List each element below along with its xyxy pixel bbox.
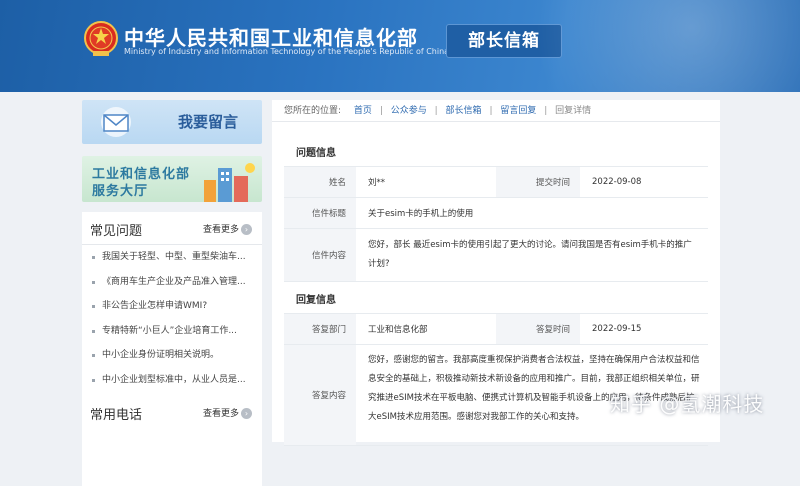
question-table: 姓名 刘** 提交时间 2022-09-08 信件标题 关于esim卡的手机上的… xyxy=(284,166,708,282)
mailbox-title: 部长信箱 xyxy=(446,24,562,58)
subject-value: 关于esim卡的手机上的使用 xyxy=(368,209,474,219)
breadcrumb: 您所在的位置: 首页 | 公众参与 | 部长信箱 | 留言回复 | 回复详情 xyxy=(284,103,591,116)
phone-header: 常用电话 查看更多 › xyxy=(82,396,262,428)
breadcrumb-separator: | xyxy=(489,106,493,116)
content-value: 您好，部长 最近esim卡的使用引起了更大的讨论。请问我国是否有esim手机卡的… xyxy=(368,240,692,269)
reply-date-label: 答复时间 xyxy=(496,314,580,344)
phone-more-label: 查看更多 xyxy=(202,409,239,419)
faq-item[interactable]: 我国关于轻型、中型、重型柴油车... xyxy=(82,245,250,270)
faq-more-label: 查看更多 xyxy=(202,225,239,235)
national-emblem-icon xyxy=(84,21,118,56)
breadcrumb-separator: | xyxy=(434,106,438,116)
dept-value: 工业和信息化部 xyxy=(368,325,428,335)
chevron-right-icon: › xyxy=(241,408,252,419)
reply-section-title: 回复信息 xyxy=(296,295,336,306)
question-section-title: 问题信息 xyxy=(296,148,336,159)
breadcrumb-separator: | xyxy=(379,106,383,116)
dept-label: 答复部门 xyxy=(284,314,356,344)
phone-title: 常用电话 xyxy=(90,408,143,423)
name-label: 姓名 xyxy=(284,167,356,197)
faq-item[interactable]: 非公告企业怎样申请WMI? xyxy=(82,294,250,319)
content-label: 信件内容 xyxy=(284,229,356,281)
breadcrumb-current: 回复详情 xyxy=(555,106,592,116)
write-message-button[interactable]: 我要留言 xyxy=(82,100,262,144)
envelope-icon xyxy=(101,107,131,137)
breadcrumb-mailbox[interactable]: 部长信箱 xyxy=(446,106,482,116)
faq-list: 我国关于轻型、中型、重型柴油车... 《商用车生产企业及产品准入管理... 非公… xyxy=(82,245,262,392)
breadcrumb-replies[interactable]: 留言回复 xyxy=(500,106,536,116)
faq-item[interactable]: 《商用车生产企业及产品准入管理... xyxy=(82,270,250,295)
table-row: 姓名 刘** 提交时间 2022-09-08 xyxy=(284,167,708,198)
faq-header: 常见问题 查看更多 › xyxy=(82,212,262,245)
service-hall-button[interactable]: 工业和信息化部 服务大厅 xyxy=(82,156,262,202)
submit-date-value: 2022-09-08 xyxy=(592,177,642,187)
subject-label: 信件标题 xyxy=(284,198,356,228)
breadcrumb-public[interactable]: 公众参与 xyxy=(391,106,427,116)
phone-more-link[interactable]: 查看更多 › xyxy=(203,406,252,419)
submit-date-label: 提交时间 xyxy=(496,167,580,197)
reply-table: 答复部门 工业和信息化部 答复时间 2022-09-15 答复内容 您好，感谢您… xyxy=(284,313,708,446)
service-hall-line2: 服务大厅 xyxy=(92,184,149,199)
reply-content-label: 答复内容 xyxy=(284,345,356,445)
table-row: 信件内容 您好，部长 最近esim卡的使用引起了更大的讨论。请问我国是否有esi… xyxy=(284,229,708,282)
breadcrumb-home[interactable]: 首页 xyxy=(354,106,372,116)
building-icon xyxy=(204,163,255,202)
faq-item[interactable]: 中小企业身份证明相关说明。 xyxy=(82,343,250,368)
faq-item[interactable]: 专精特新“小巨人”企业培育工作... xyxy=(82,319,250,344)
org-name-en: Ministry of Industry and Information Tec… xyxy=(124,47,450,56)
table-row: 答复部门 工业和信息化部 答复时间 2022-09-15 xyxy=(284,314,708,345)
divider xyxy=(272,121,720,122)
faq-item[interactable]: 中小企业划型标准中，从业人员是... xyxy=(82,368,250,393)
faq-more-link[interactable]: 查看更多 › xyxy=(203,222,252,235)
breadcrumb-separator: | xyxy=(544,106,548,116)
breadcrumb-prefix: 您所在的位置: xyxy=(284,106,342,116)
reply-date-value: 2022-09-15 xyxy=(592,324,642,334)
watermark: 知乎 @氢潮科技 xyxy=(610,392,765,416)
name-value: 刘** xyxy=(368,178,386,188)
phone-panel: 常用电话 查看更多 › xyxy=(82,396,262,446)
write-message-label: 我要留言 xyxy=(178,113,239,131)
table-row: 信件标题 关于esim卡的手机上的使用 xyxy=(284,198,708,229)
site-header: 中华人民共和国工业和信息化部 Ministry of Industry and … xyxy=(0,0,800,92)
chevron-right-icon: › xyxy=(241,224,252,235)
faq-title: 常见问题 xyxy=(90,224,143,239)
